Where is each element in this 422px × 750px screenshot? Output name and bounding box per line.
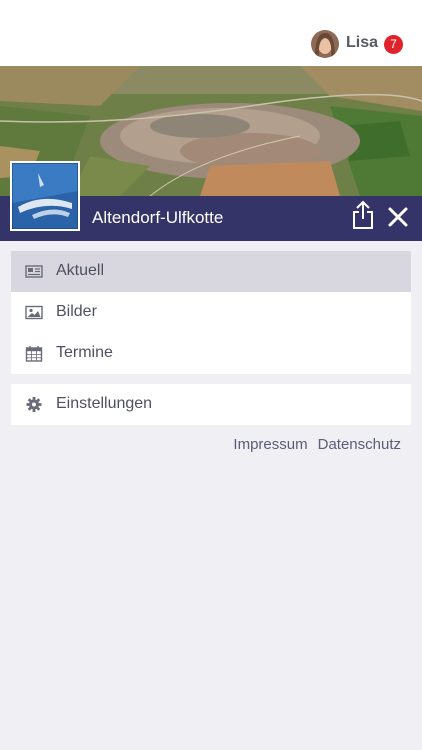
user-avatar[interactable]: [311, 30, 339, 58]
share-button[interactable]: [350, 200, 376, 230]
footer-links: Impressum Datenschutz: [233, 436, 401, 453]
menu-item-label: Einstellungen: [56, 395, 153, 412]
image-icon: [25, 305, 43, 320]
menu-item-label: Aktuell: [56, 262, 105, 279]
community-crest-logo: [10, 161, 80, 231]
site-name: Altendorf-Ulfkotte: [92, 208, 224, 227]
menu-item-label: Termine: [56, 344, 113, 361]
menu-item-bilder[interactable]: Bilder: [11, 292, 411, 333]
gear-icon: [26, 397, 42, 412]
notification-badge[interactable]: 7: [384, 35, 403, 54]
calendar-icon: [25, 346, 43, 362]
newspaper-icon: [25, 265, 43, 278]
datenschutz-link[interactable]: Datenschutz: [318, 436, 401, 453]
close-icon: [388, 207, 408, 227]
menu-item-termine[interactable]: Termine: [11, 333, 411, 374]
settings-menu: Einstellungen: [11, 384, 411, 425]
main-menu: Aktuell Bilder Termine: [11, 251, 411, 374]
share-icon: [353, 200, 373, 229]
menu-item-einstellungen[interactable]: Einstellungen: [11, 384, 411, 425]
top-bar: [0, 0, 422, 66]
close-button[interactable]: [387, 206, 409, 228]
menu-item-label: Bilder: [56, 303, 97, 320]
impressum-link[interactable]: Impressum: [233, 436, 307, 453]
user-name[interactable]: Lisa: [346, 34, 378, 52]
menu-item-aktuell[interactable]: Aktuell: [11, 251, 411, 292]
